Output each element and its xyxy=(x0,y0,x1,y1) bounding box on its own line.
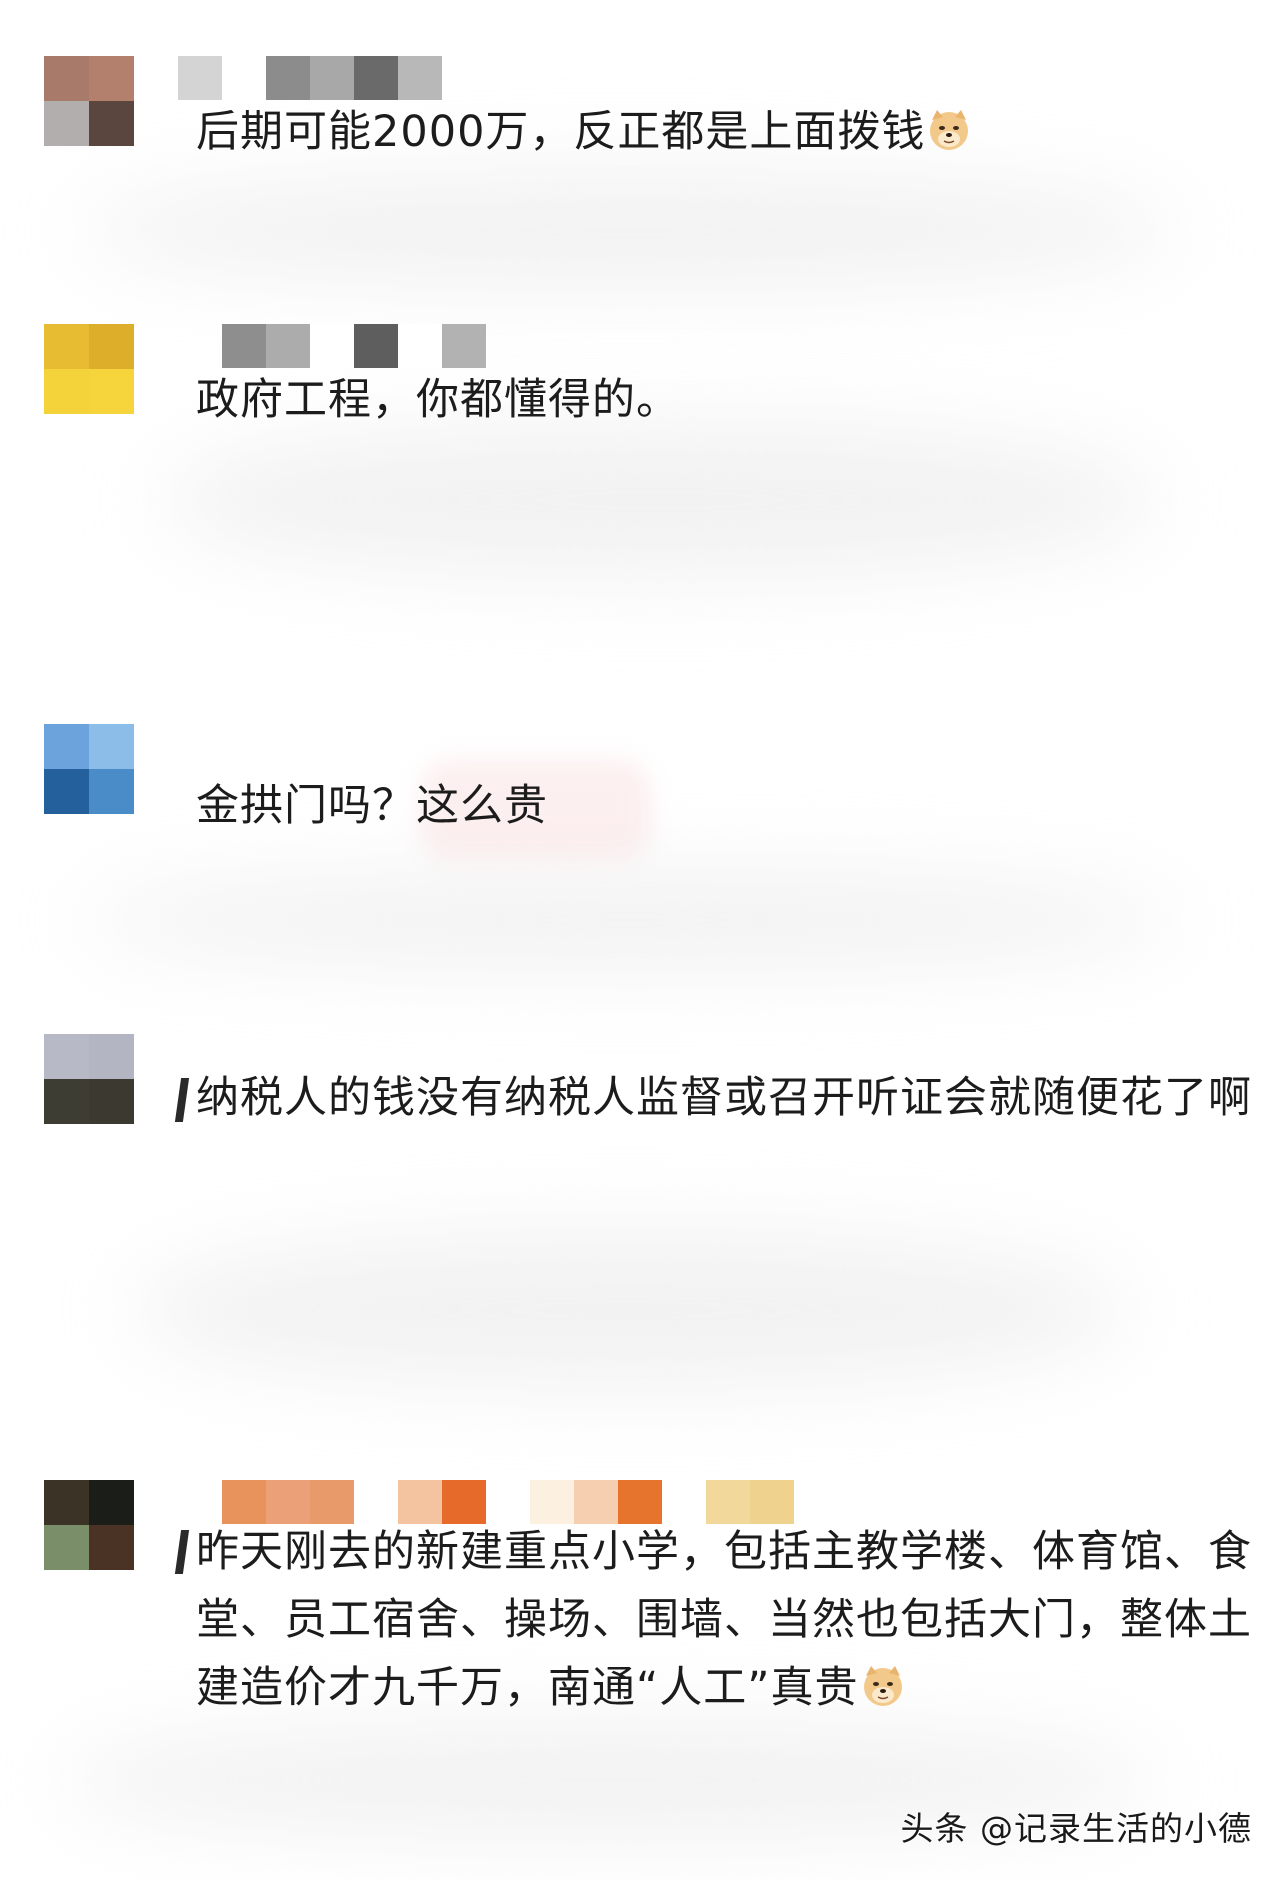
avatar-pixel xyxy=(89,101,134,146)
avatar-pixel xyxy=(44,324,89,369)
comment-text: 后期可能2000万，反正都是上面拨钱 xyxy=(196,98,1236,166)
doge-emoji-icon xyxy=(863,1666,902,1706)
avatar-pixel xyxy=(44,1480,89,1525)
avatar-pixel xyxy=(44,1525,89,1570)
doge-emoji-icon xyxy=(930,110,969,150)
name-pixel xyxy=(354,56,398,100)
avatar-pixel xyxy=(89,769,134,814)
avatar[interactable] xyxy=(44,56,134,146)
avatar-pixel xyxy=(44,101,89,146)
text-cursor-mark xyxy=(174,1530,190,1574)
comment-text-content: 后期可能2000万，反正都是上面拨钱 xyxy=(196,107,926,157)
avatar-pixel xyxy=(44,1079,89,1124)
name-pixel xyxy=(398,56,442,100)
avatar-pixel xyxy=(44,369,89,414)
avatar-pixel xyxy=(89,56,134,101)
avatar-pixel xyxy=(44,769,89,814)
comment-text-content: 金拱门吗？这么贵 xyxy=(196,781,548,831)
avatar-pixel xyxy=(89,1480,134,1525)
avatar-pixel xyxy=(44,56,89,101)
comment-text-content: 纳税人的钱没有纳税人监督或召开听证会就随便花了啊 xyxy=(196,1073,1252,1123)
avatar-pixel xyxy=(89,724,134,769)
avatar[interactable] xyxy=(44,324,134,414)
username-blurred[interactable] xyxy=(178,56,442,100)
avatar[interactable] xyxy=(44,1480,134,1570)
name-pixel xyxy=(266,324,310,368)
comments-screenshot: 后期可能2000万，反正都是上面拨钱 政府工程，你都懂得的。 金拱门吗？这么贵 xyxy=(0,0,1280,1880)
avatar[interactable] xyxy=(44,1034,134,1124)
comment-text: 纳税人的钱没有纳税人监督或召开听证会就随便花了啊 xyxy=(196,1064,1266,1132)
name-pixel xyxy=(310,324,354,368)
name-pixel xyxy=(398,324,442,368)
text-cursor-mark xyxy=(174,1078,190,1122)
avatar-pixel xyxy=(89,1034,134,1079)
avatar-pixel xyxy=(89,1525,134,1570)
name-pixel xyxy=(222,56,266,100)
avatar-pixel xyxy=(89,1079,134,1124)
avatar[interactable] xyxy=(44,724,134,814)
comment-text-content: 昨天刚去的新建重点小学，包括主教学楼、体育馆、食堂、员工宿舍、操场、围墙、当然也… xyxy=(196,1527,1252,1713)
comment-text: 政府工程，你都懂得的。 xyxy=(196,366,1236,434)
avatar-pixel xyxy=(44,1034,89,1079)
name-pixel xyxy=(266,56,310,100)
name-pixel xyxy=(178,56,222,100)
username-blurred[interactable] xyxy=(222,324,486,368)
comment-text: 昨天刚去的新建重点小学，包括主教学楼、体育馆、食堂、员工宿舍、操场、围墙、当然也… xyxy=(196,1518,1256,1722)
watermark: 头条 @记录生活的小德 xyxy=(900,1809,1252,1848)
comment-text-content: 政府工程，你都懂得的。 xyxy=(196,375,680,425)
avatar-pixel xyxy=(89,324,134,369)
comment-text: 金拱门吗？这么贵 xyxy=(196,772,1236,840)
name-pixel xyxy=(310,56,354,100)
avatar-pixel xyxy=(89,369,134,414)
avatar-pixel xyxy=(44,724,89,769)
name-pixel xyxy=(354,324,398,368)
name-pixel xyxy=(222,324,266,368)
name-pixel xyxy=(442,324,486,368)
